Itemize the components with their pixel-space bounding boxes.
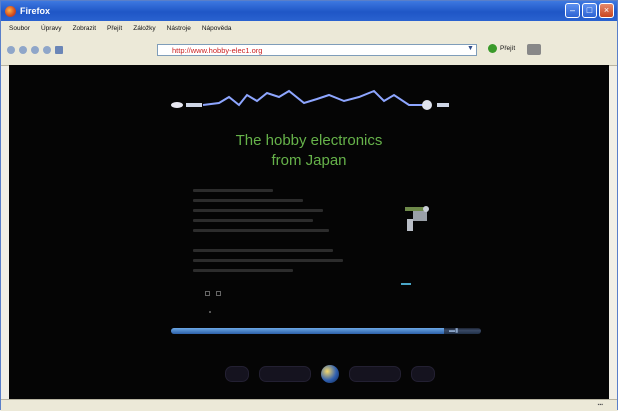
menu-soubor[interactable]: Soubor: [9, 25, 30, 32]
hero-line-1: The hobby electronics: [235, 132, 383, 149]
browser-window: Firefox – □ × Soubor Úpravy Zobrazit Pře…: [0, 0, 618, 411]
address-input[interactable]: http://www.hobby-elec1.org: [157, 44, 477, 56]
status-bar: ▪▪▪: [1, 399, 617, 411]
blurred-text-line: [193, 209, 323, 212]
blurred-text-line: [193, 219, 313, 222]
minimize-button[interactable]: –: [565, 3, 580, 18]
blurred-text-line: [193, 189, 273, 192]
maximize-button[interactable]: □: [582, 3, 597, 18]
progress-end-icon: ▬▮: [449, 328, 459, 334]
back-icon[interactable]: [7, 46, 15, 54]
menu-napoveda[interactable]: Nápověda: [202, 25, 232, 32]
menu-bar: Soubor Úpravy Zobrazit Přejít Záložky Ná…: [1, 21, 617, 35]
nav-buttons: [7, 46, 63, 54]
chevron-down-icon[interactable]: ▼: [467, 45, 474, 52]
footer-nav-link[interactable]: [349, 366, 401, 382]
pager-dot[interactable]: [216, 291, 221, 296]
reload-icon[interactable]: [31, 46, 39, 54]
decorative-mark: [401, 283, 411, 285]
home-icon[interactable]: [55, 46, 63, 54]
menu-upravy[interactable]: Úpravy: [41, 25, 62, 32]
menu-prejit[interactable]: Přejít: [107, 25, 122, 32]
window-controls: – □ ×: [565, 3, 614, 18]
web-page: The hobby electronics from Japan ▬▮: [9, 65, 609, 399]
blurred-text-line: [193, 199, 303, 202]
forward-icon[interactable]: [19, 46, 27, 54]
hero-title: The hobby electronics from Japan: [9, 131, 609, 171]
decorative-dot: [209, 311, 211, 313]
close-button[interactable]: ×: [599, 3, 614, 18]
go-button[interactable]: Přejít: [488, 44, 515, 53]
footer-nav-link[interactable]: [411, 366, 435, 382]
waveform-banner: [171, 89, 449, 110]
search-icon[interactable]: [527, 44, 541, 55]
firefox-icon: [5, 5, 16, 17]
menu-zalozky[interactable]: Záložky: [133, 25, 155, 32]
footer-nav-link[interactable]: [259, 366, 311, 382]
pager: [205, 291, 221, 296]
blurred-text-line: [193, 229, 329, 232]
blurred-text-line: [193, 249, 333, 252]
footer-nav: [225, 365, 435, 383]
title-bar: Firefox – □ ×: [1, 1, 617, 21]
go-icon: [488, 44, 497, 53]
progress-bar: [171, 328, 481, 334]
menu-zobrazit[interactable]: Zobrazit: [73, 25, 96, 32]
hero-line-2: from Japan: [271, 152, 347, 169]
blurred-text-line: [193, 259, 343, 262]
navigation-toolbar: http://www.hobby-elec1.org ▼ Přejít: [1, 35, 617, 66]
window-title: Firefox: [20, 6, 51, 16]
status-logo-icon: ▪▪▪: [597, 402, 603, 408]
pager-dot[interactable]: [205, 291, 210, 296]
blurred-text-line: [193, 269, 293, 272]
menu-nastroje[interactable]: Nástroje: [167, 25, 191, 32]
globe-icon[interactable]: [321, 365, 339, 383]
footer-nav-link[interactable]: [225, 366, 249, 382]
stop-icon[interactable]: [43, 46, 51, 54]
faucet-icon: [405, 206, 429, 231]
go-label: Přejít: [500, 45, 516, 52]
progress-fill: [171, 328, 444, 334]
